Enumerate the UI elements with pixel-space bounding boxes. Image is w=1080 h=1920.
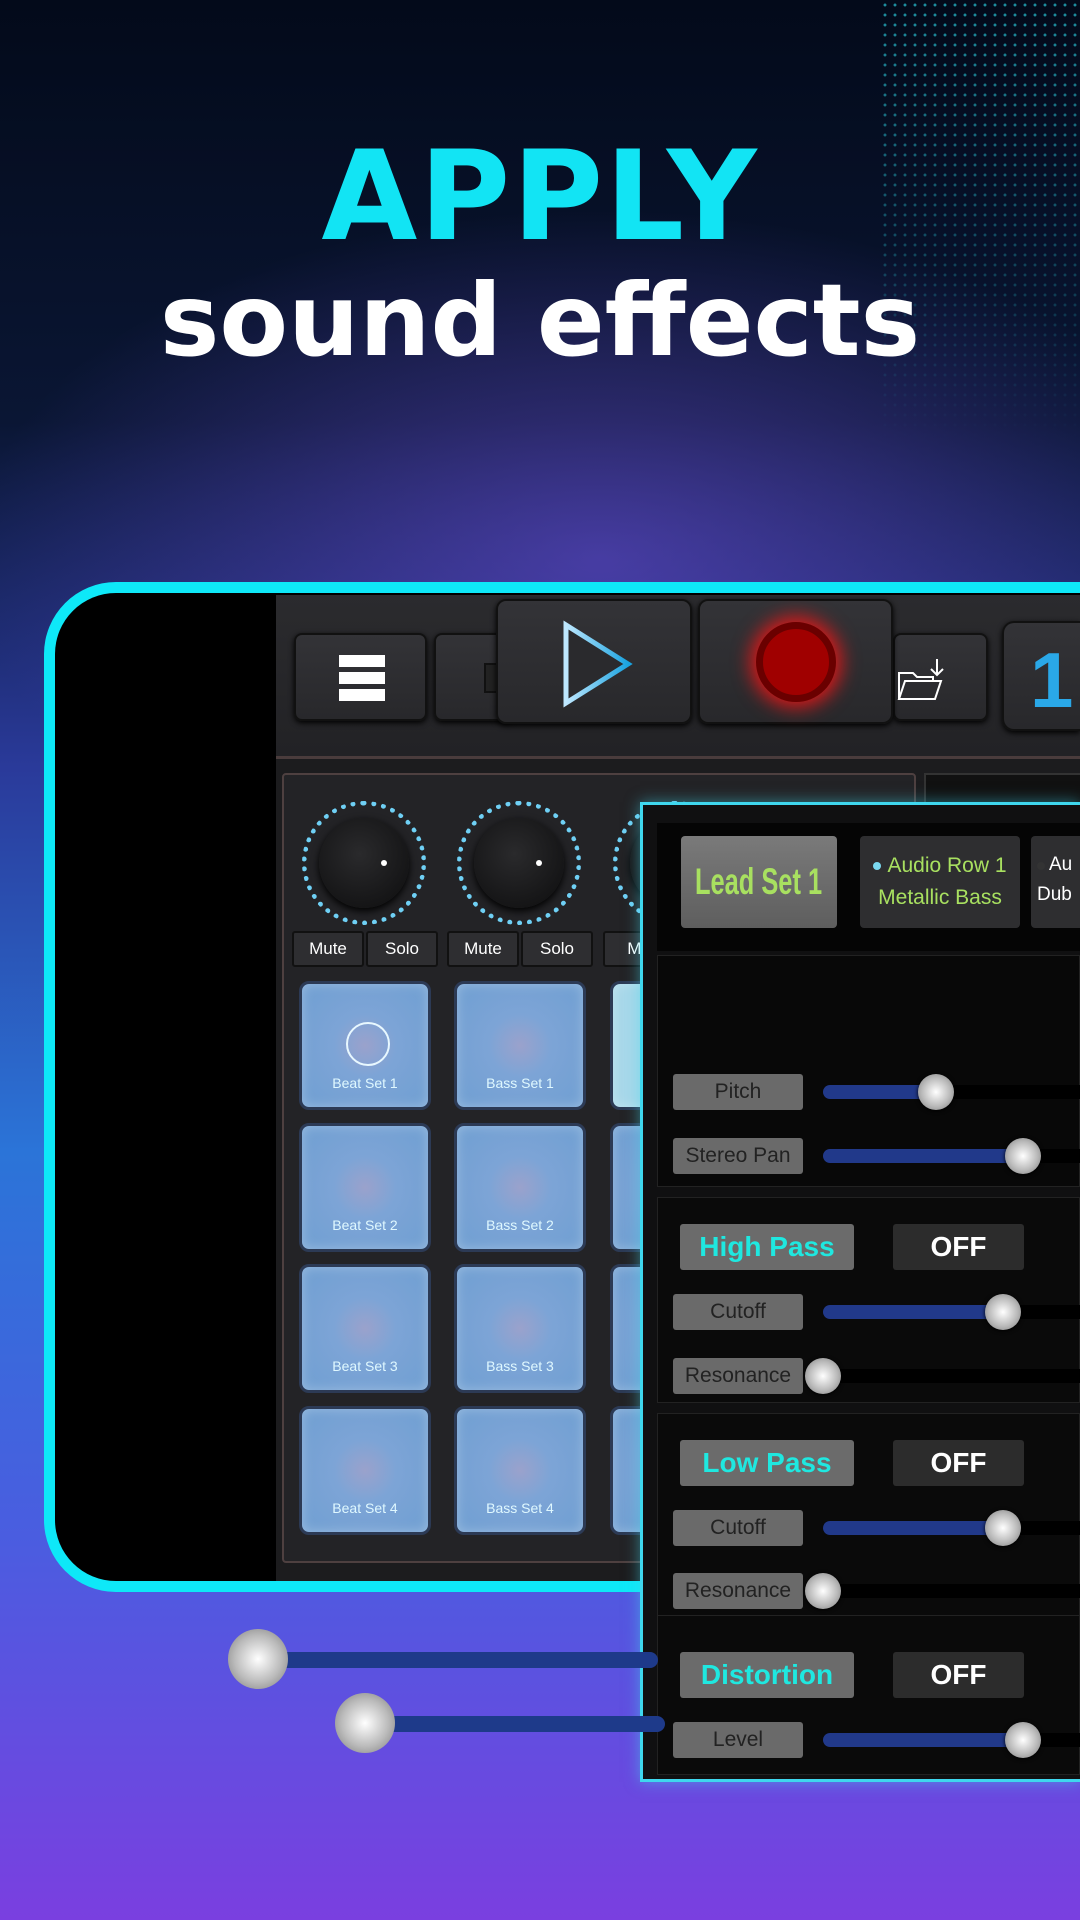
pad-label: Beat Set 1: [332, 1075, 398, 1091]
pad-progress-icon: [346, 1022, 390, 1066]
decorative-slider-track: [258, 1652, 658, 1668]
folder-download-icon: [897, 659, 944, 700]
headline-apply: APPLY: [321, 125, 759, 269]
slider-fill: [823, 1305, 1003, 1319]
slider-thumb[interactable]: [985, 1294, 1021, 1330]
drum-pad[interactable]: Bass Set 3: [454, 1264, 586, 1393]
preset-line2: Dub: [1037, 884, 1072, 905]
slider-track[interactable]: [823, 1510, 1080, 1546]
slider-track[interactable]: [805, 1573, 1080, 1609]
decorative-slider-track: [365, 1716, 665, 1732]
record-button[interactable]: [698, 599, 893, 724]
volume-knob[interactable]: [319, 818, 409, 908]
drum-pad[interactable]: Bass Set 1: [454, 981, 586, 1110]
slider-label: Pitch: [673, 1074, 803, 1110]
headline-sound-effects: sound effects: [159, 262, 921, 379]
effect-toggle-button[interactable]: OFF: [893, 1652, 1024, 1698]
volume-knob[interactable]: [474, 818, 564, 908]
record-icon: [756, 622, 836, 702]
drum-pad[interactable]: Beat Set 3: [299, 1264, 431, 1393]
effect-title[interactable]: High Pass: [680, 1224, 854, 1270]
pad-label: Beat Set 4: [332, 1500, 398, 1516]
slider-track[interactable]: [823, 1722, 1080, 1758]
slider-label: Cutoff: [673, 1294, 803, 1330]
preset-audio-row-1[interactable]: Audio Row 1 Metallic Bass: [860, 836, 1020, 928]
effect-title[interactable]: Low Pass: [680, 1440, 854, 1486]
slider-label: Cutoff: [673, 1510, 803, 1546]
slider-fill: [823, 1521, 1003, 1535]
solo-button[interactable]: Solo: [521, 931, 593, 967]
play-icon: [563, 620, 633, 708]
slider-thumb[interactable]: [1005, 1138, 1041, 1174]
slider-label: Level: [673, 1722, 803, 1758]
effects-panel: Lead Set 1 Audio Row 1 Metallic Bass Au …: [640, 802, 1080, 1782]
slider-fill: [823, 1733, 1023, 1747]
slider-track[interactable]: [823, 1138, 1080, 1174]
pattern-number: 1: [1030, 636, 1074, 724]
menu-icon: [339, 655, 385, 701]
slider-track[interactable]: [805, 1358, 1080, 1394]
slider-label: Stereo Pan: [673, 1138, 803, 1174]
pad-label: Bass Set 2: [486, 1217, 554, 1233]
slider-label: Resonance: [673, 1358, 803, 1394]
pattern-button[interactable]: 1: [1002, 621, 1080, 731]
preset-lead-set-1[interactable]: Lead Set 1: [681, 836, 837, 928]
pad-label: Beat Set 2: [332, 1217, 398, 1233]
decorative-slider-thumb: [228, 1629, 288, 1689]
load-button[interactable]: [893, 633, 988, 721]
decorative-slider-thumb: [335, 1693, 395, 1753]
effect-toggle-button[interactable]: OFF: [893, 1224, 1024, 1270]
slider-thumb[interactable]: [1005, 1722, 1041, 1758]
drum-pad[interactable]: Beat Set 4: [299, 1406, 431, 1535]
mute-button[interactable]: Mute: [447, 931, 519, 967]
drum-pad[interactable]: Bass Set 4: [454, 1406, 586, 1535]
drum-pad[interactable]: Beat Set 2: [299, 1123, 431, 1252]
preset-line1: Audio Row 1: [887, 854, 1007, 877]
preset-line2: Metallic Bass: [878, 886, 1002, 909]
slider-track[interactable]: [823, 1294, 1080, 1330]
preset-audio-row-2[interactable]: Au Dub: [1031, 836, 1080, 928]
drum-pad[interactable]: Bass Set 2: [454, 1123, 586, 1252]
effect-title[interactable]: Distortion: [680, 1652, 854, 1698]
pad-label: Bass Set 1: [486, 1075, 554, 1091]
slider-fill: [823, 1149, 1023, 1163]
slider-label: Resonance: [673, 1573, 803, 1609]
preset-label: Lead Set 1: [695, 860, 823, 903]
pad-label: Bass Set 4: [486, 1500, 554, 1516]
pad-label: Bass Set 3: [486, 1358, 554, 1374]
slider-thumb[interactable]: [985, 1510, 1021, 1546]
drum-pad[interactable]: Beat Set 1: [299, 981, 431, 1110]
slider-thumb[interactable]: [805, 1573, 841, 1609]
status-dot-icon: [873, 862, 882, 871]
mute-button[interactable]: Mute: [292, 931, 364, 967]
play-button[interactable]: [496, 599, 692, 724]
solo-button[interactable]: Solo: [366, 931, 438, 967]
menu-button[interactable]: [294, 633, 427, 721]
slider-thumb[interactable]: [805, 1358, 841, 1394]
slider-track[interactable]: [823, 1074, 1080, 1110]
preset-line1: Au: [1049, 854, 1073, 875]
slider-thumb[interactable]: [917, 1074, 954, 1110]
status-dot-icon: [1037, 862, 1045, 870]
effect-toggle-button[interactable]: OFF: [893, 1440, 1024, 1486]
pad-label: Beat Set 3: [332, 1358, 398, 1374]
